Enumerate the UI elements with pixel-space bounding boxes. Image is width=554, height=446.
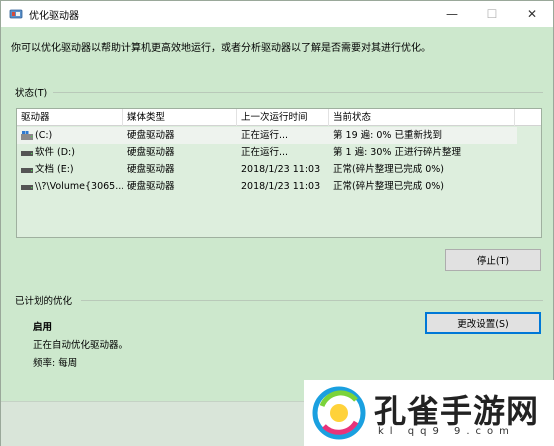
drives-list[interactable]: 驱动器 媒体类型 上一次运行时间 当前状态 (C:) 硬盘驱动器 正在运行...… (16, 108, 542, 238)
hard-drive-icon (21, 182, 33, 191)
drive-current-status: 第 19 遍: 0% 已重新找到 (333, 130, 442, 141)
drive-last-run: 正在运行... (241, 130, 289, 141)
schedule-state: 启用 (33, 322, 53, 333)
site-watermark: 孔雀手游网 kl qq9 9.com (304, 380, 554, 446)
column-header-drive[interactable]: 驱动器 (17, 109, 123, 126)
drive-name: (C:) (35, 130, 53, 141)
stop-button[interactable]: 停止(T) (445, 249, 541, 271)
drive-name: \\?\Volume{3065... (35, 181, 123, 192)
hard-drive-icon (21, 165, 33, 174)
minimize-button[interactable]: — (433, 1, 471, 27)
drive-row[interactable]: 文档 (E:) 硬盘驱动器 2018/1/23 11:03 正常(碎片整理已完成… (17, 161, 517, 178)
drive-last-run: 2018/1/23 11:03 (241, 181, 321, 192)
column-header-current-status[interactable]: 当前状态 (329, 109, 515, 126)
drives-list-header: 驱动器 媒体类型 上一次运行时间 当前状态 (17, 109, 541, 126)
drive-current-status: 正常(碎片整理已完成 0%) (333, 181, 445, 192)
column-header-spacer (515, 109, 541, 126)
close-button[interactable]: ✕ (513, 1, 551, 27)
drive-current-status: 第 1 遍: 30% 正进行碎片整理 (333, 147, 461, 158)
scheduled-divider (81, 300, 543, 301)
drive-media-type: 硬盘驱动器 (127, 164, 175, 175)
description-text: 你可以优化驱动器以帮助计算机更高效地运行，或者分析驱动器以了解是否需要对其进行优… (11, 43, 431, 54)
watermark-logo-icon (312, 386, 366, 440)
drive-media-type: 硬盘驱动器 (127, 130, 175, 141)
drive-row[interactable]: (C:) 硬盘驱动器 正在运行... 第 19 遍: 0% 已重新找到 (17, 127, 517, 144)
drive-name: 文档 (E:) (35, 164, 74, 175)
status-section-label: 状态(T) (15, 88, 48, 99)
hard-drive-icon (21, 148, 33, 157)
drive-name: 软件 (D:) (35, 147, 75, 158)
drive-row[interactable]: \\?\Volume{3065... 硬盘驱动器 2018/1/23 11:03… (17, 178, 517, 195)
drive-media-type: 硬盘驱动器 (127, 147, 175, 158)
defrag-app-icon (9, 7, 23, 21)
drive-last-run: 2018/1/23 11:03 (241, 164, 321, 175)
status-divider (53, 92, 543, 93)
column-header-last-run[interactable]: 上一次运行时间 (237, 109, 329, 126)
drive-last-run: 正在运行... (241, 147, 289, 158)
schedule-frequency: 频率: 每周 (33, 358, 78, 369)
change-settings-button[interactable]: 更改设置(S) (425, 312, 541, 334)
column-header-media-type[interactable]: 媒体类型 (123, 109, 237, 126)
scheduled-section-label: 已计划的优化 (15, 296, 73, 307)
drive-current-status: 正常(碎片整理已完成 0%) (333, 164, 445, 175)
maximize-button[interactable]: ☐ (473, 1, 511, 27)
watermark-url: kl qq9 9.com (378, 426, 515, 437)
schedule-detail: 正在自动优化驱动器。 (33, 340, 129, 351)
window-title: 优化驱动器 (29, 10, 79, 22)
title-bar: 优化驱动器 — ☐ ✕ (1, 1, 553, 27)
drive-row[interactable]: 软件 (D:) 硬盘驱动器 正在运行... 第 1 遍: 30% 正进行碎片整理 (17, 144, 517, 161)
windows-drive-icon (21, 131, 33, 140)
drive-media-type: 硬盘驱动器 (127, 181, 175, 192)
